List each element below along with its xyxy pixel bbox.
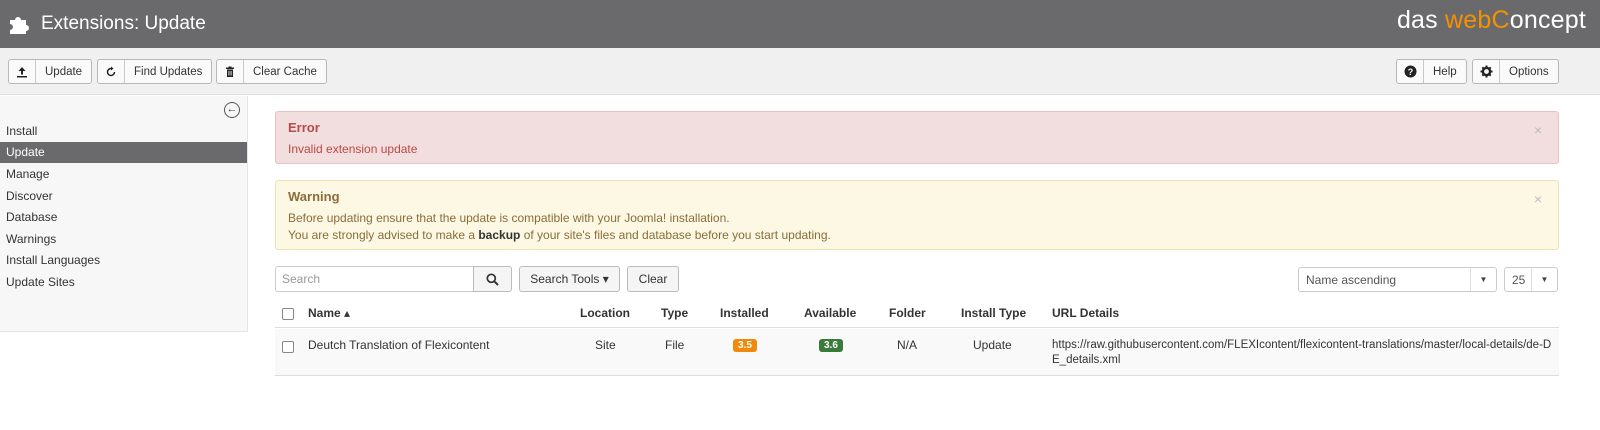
search-input[interactable]: [275, 266, 473, 292]
find-updates-button[interactable]: Find Updates: [97, 59, 213, 84]
error-alert-message: Invalid extension update: [288, 142, 418, 156]
column-header-type: Type: [661, 306, 689, 320]
limit-select[interactable]: 25 ▼: [1504, 267, 1558, 292]
svg-text:?: ?: [1407, 67, 1413, 77]
column-header-available: Available: [804, 306, 857, 320]
select-all-checkbox[interactable]: [282, 308, 294, 320]
question-icon: ?: [1397, 60, 1424, 83]
search-group: [275, 266, 512, 292]
upload-icon: [9, 60, 36, 83]
column-header-install-type: Install Type: [961, 306, 1027, 320]
caret-down-icon: ▼: [1531, 268, 1557, 291]
ordering-select-value: Name ascending: [1306, 273, 1397, 287]
row-location: Site: [595, 338, 616, 352]
row-folder: N/A: [897, 338, 918, 352]
ordering-select[interactable]: Name ascending ▼: [1298, 267, 1497, 292]
row-available-version: 3.6: [819, 337, 843, 352]
row-type: File: [665, 338, 685, 352]
close-icon[interactable]: ×: [1534, 122, 1542, 138]
table-header: Name ▴ Location Type Installed Available…: [275, 300, 1559, 328]
clear-cache-button-label: Clear Cache: [253, 65, 317, 78]
brand-logo: das webConcept: [1396, 6, 1586, 34]
row-url-details: https://raw.githubusercontent.com/FLEXIc…: [1052, 339, 1552, 366]
sidebar-item-discover[interactable]: Discover: [0, 186, 247, 207]
sidebar-item-install[interactable]: Install: [0, 121, 247, 142]
error-alert-title: Error: [288, 120, 320, 135]
search-icon: [486, 272, 499, 286]
sidebar-item-update-sites[interactable]: Update Sites: [0, 272, 247, 293]
sidebar-item-database[interactable]: Database: [0, 207, 247, 228]
available-badge: 3.6: [819, 339, 843, 352]
find-updates-button-label: Find Updates: [134, 65, 203, 78]
column-header-name[interactable]: Name ▴: [308, 306, 350, 320]
column-header-location: Location: [580, 306, 630, 320]
search-button[interactable]: [473, 266, 512, 292]
warning-alert-line1: Before updating ensure that the update i…: [288, 211, 730, 225]
error-alert: Error Invalid extension update ×: [275, 111, 1559, 164]
column-header-url-details: URL Details: [1052, 306, 1120, 320]
toolbar: Update Find Updates Clear Cache ? Help O…: [0, 48, 1600, 95]
search-tools-button[interactable]: Search Tools ▾: [519, 266, 620, 292]
sidebar-item-manage[interactable]: Manage: [0, 164, 247, 185]
warning-alert: Warning Before updating ensure that the …: [275, 180, 1559, 250]
installed-badge: 3.5: [733, 339, 757, 352]
sidebar: ← Install Update Manage Discover Databas…: [0, 96, 248, 332]
arrow-left-circle-icon[interactable]: ←: [224, 102, 240, 118]
update-button[interactable]: Update: [8, 59, 93, 84]
close-icon[interactable]: ×: [1534, 191, 1542, 207]
update-button-label: Update: [45, 65, 83, 78]
clear-button[interactable]: Clear: [627, 266, 679, 292]
caret-down-icon: ▼: [1470, 268, 1496, 291]
warning-alert-line2: You are strongly advised to make a backu…: [288, 228, 831, 242]
row-checkbox[interactable]: [282, 341, 294, 353]
warning-alert-title: Warning: [288, 189, 340, 204]
help-button-label: Help: [1433, 65, 1457, 78]
gear-icon: [1473, 60, 1500, 83]
table-row: Deutch Translation of Flexicontent Site …: [275, 329, 1559, 376]
trash-icon: [217, 60, 244, 83]
row-install-type: Update: [973, 338, 1012, 352]
row-installed-version: 3.5: [733, 337, 757, 352]
header-bar: Extensions: Update das webConcept: [0, 0, 1600, 48]
column-header-installed: Installed: [720, 306, 769, 320]
sidebar-item-warnings[interactable]: Warnings: [0, 229, 247, 250]
options-button[interactable]: Options: [1472, 59, 1559, 84]
sidebar-item-install-languages[interactable]: Install Languages: [0, 250, 247, 271]
help-button[interactable]: ? Help: [1396, 59, 1467, 84]
puzzle-icon: [10, 17, 29, 34]
refresh-icon: [98, 60, 125, 83]
sidebar-item-update[interactable]: Update: [0, 142, 247, 163]
column-header-folder: Folder: [889, 306, 926, 320]
clear-cache-button[interactable]: Clear Cache: [216, 59, 327, 84]
page-title: Extensions: Update: [41, 13, 206, 34]
row-name[interactable]: Deutch Translation of Flexicontent: [308, 338, 489, 352]
limit-select-value: 25: [1512, 273, 1526, 287]
options-button-label: Options: [1509, 65, 1549, 78]
